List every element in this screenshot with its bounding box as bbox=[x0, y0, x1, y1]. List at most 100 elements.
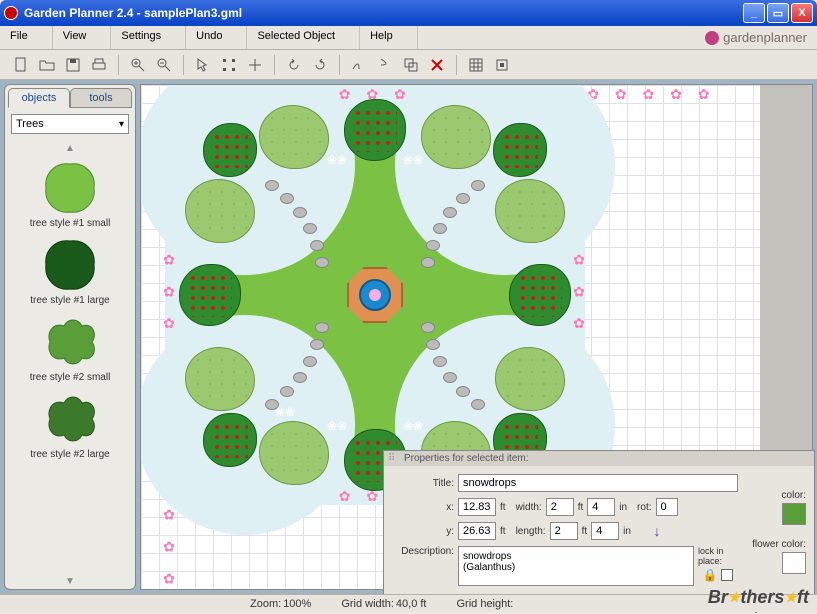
garden-plot: ✿ ✿ ✿ ✿ ✿ ✿ ✿ ✿ ✿ ✿ ✿ ✿ ✿ ✿ ✿ ✿ ✿ ✿ ✿ ✿ … bbox=[165, 85, 585, 505]
menu-view[interactable]: View bbox=[53, 26, 112, 49]
bush[interactable] bbox=[495, 347, 565, 411]
stone bbox=[293, 207, 307, 218]
stone bbox=[471, 180, 485, 191]
dropdown-value: Trees bbox=[16, 118, 44, 130]
gridw-label: Grid width: bbox=[341, 598, 394, 610]
statusbar: Zoom: 100% Grid width: 40,0 ft Grid heig… bbox=[0, 594, 817, 612]
delete-icon[interactable] bbox=[426, 54, 448, 76]
tree-red[interactable] bbox=[509, 264, 571, 326]
x-input[interactable] bbox=[458, 498, 496, 516]
title-input[interactable] bbox=[458, 474, 738, 492]
length-in-unit: in bbox=[623, 526, 631, 537]
menu-selected-object[interactable]: Selected Object bbox=[247, 26, 360, 49]
length-label: length: bbox=[516, 526, 546, 537]
snowdrops[interactable]: ❀❀ bbox=[403, 153, 423, 171]
bush[interactable] bbox=[259, 105, 329, 169]
new-file-icon[interactable] bbox=[10, 54, 32, 76]
properties-title: Properties for selected item: bbox=[404, 453, 529, 464]
rot-input[interactable] bbox=[656, 498, 678, 516]
length-in-input[interactable] bbox=[591, 522, 619, 540]
width-in-input[interactable] bbox=[587, 498, 615, 516]
properties-header[interactable]: ⠿ Properties for selected item: bbox=[384, 451, 814, 466]
app-icon bbox=[4, 6, 18, 20]
width-unit: ft bbox=[578, 502, 584, 513]
length-ft-input[interactable] bbox=[550, 522, 578, 540]
snap-icon[interactable] bbox=[491, 54, 513, 76]
rotate-left-icon[interactable] bbox=[283, 54, 305, 76]
maximize-button[interactable]: ▭ bbox=[767, 3, 789, 23]
zoom-out-icon[interactable] bbox=[153, 54, 175, 76]
gridw-value: 40,0 ft bbox=[396, 598, 427, 610]
description-input[interactable]: snowdrops (Galanthus) bbox=[458, 546, 694, 586]
titlebar: Garden Planner 2.4 - samplePlan3.gml _ ▭… bbox=[0, 0, 817, 26]
print-icon[interactable] bbox=[88, 54, 110, 76]
palette-scroll-down[interactable]: ▼ bbox=[11, 573, 129, 589]
tab-tools[interactable]: tools bbox=[70, 88, 132, 108]
duplicate-icon[interactable] bbox=[400, 54, 422, 76]
menu-help[interactable]: Help bbox=[360, 26, 418, 49]
stone bbox=[293, 372, 307, 383]
stone bbox=[433, 223, 447, 234]
bush[interactable] bbox=[495, 179, 565, 243]
lock-icon[interactable]: 🔒 bbox=[703, 568, 718, 582]
y-unit: ft bbox=[500, 526, 506, 537]
x-unit: ft bbox=[500, 502, 506, 513]
snowdrops[interactable]: ❀❀ bbox=[327, 419, 347, 437]
lock-label: lock in place: bbox=[698, 546, 738, 566]
menu-undo[interactable]: Undo bbox=[186, 26, 247, 49]
tree-red[interactable] bbox=[493, 123, 547, 177]
snowdrops-selected[interactable]: ❀❀ bbox=[275, 405, 295, 423]
palette-item[interactable]: tree style #2 large bbox=[11, 387, 129, 464]
grid-icon[interactable] bbox=[465, 54, 487, 76]
y-input[interactable] bbox=[458, 522, 496, 540]
flip-h-icon[interactable] bbox=[348, 54, 370, 76]
minimize-button[interactable]: _ bbox=[743, 3, 765, 23]
select-corners-icon[interactable] bbox=[218, 54, 240, 76]
palette-scroll-up[interactable]: ▲ bbox=[11, 140, 129, 156]
menubar: File View Settings Undo Selected Object … bbox=[0, 26, 817, 50]
bush[interactable] bbox=[185, 179, 255, 243]
menu-file[interactable]: File bbox=[0, 26, 53, 49]
tree-red[interactable] bbox=[344, 99, 406, 161]
snowdrops[interactable]: ❀❀ bbox=[403, 419, 423, 437]
pointer-icon[interactable] bbox=[192, 54, 214, 76]
rotate-right-icon[interactable] bbox=[309, 54, 331, 76]
close-button[interactable]: X bbox=[791, 3, 813, 23]
save-icon[interactable] bbox=[62, 54, 84, 76]
drag-grip-icon[interactable]: ⠿ bbox=[388, 453, 398, 464]
fountain[interactable] bbox=[347, 267, 403, 323]
flower-color-swatch[interactable] bbox=[782, 552, 806, 574]
category-dropdown[interactable]: Trees bbox=[11, 114, 129, 134]
stone bbox=[310, 339, 324, 350]
rotate-arrow-icon[interactable]: ↓ bbox=[645, 523, 669, 539]
stone bbox=[426, 339, 440, 350]
lock-checkbox[interactable] bbox=[721, 569, 733, 581]
brand: gardenplanner bbox=[695, 26, 817, 49]
stone bbox=[456, 193, 470, 204]
move-icon[interactable] bbox=[244, 54, 266, 76]
bush[interactable] bbox=[259, 421, 329, 485]
flip-v-icon[interactable] bbox=[374, 54, 396, 76]
menu-settings[interactable]: Settings bbox=[111, 26, 186, 49]
palette-item[interactable]: tree style #1 large bbox=[11, 233, 129, 310]
tab-objects[interactable]: objects bbox=[8, 88, 70, 108]
snowdrops[interactable]: ❀❀ bbox=[327, 153, 347, 171]
bush[interactable] bbox=[421, 105, 491, 169]
tree-red[interactable] bbox=[203, 413, 257, 467]
watermark: Br★thers★ft bbox=[708, 587, 809, 608]
open-file-icon[interactable] bbox=[36, 54, 58, 76]
width-ft-input[interactable] bbox=[546, 498, 574, 516]
color-swatch[interactable] bbox=[782, 503, 806, 525]
stone bbox=[443, 207, 457, 218]
stone bbox=[280, 386, 294, 397]
flower-color-label: flower color: bbox=[746, 539, 806, 550]
tree-red[interactable] bbox=[203, 123, 257, 177]
palette-item[interactable]: tree style #1 small bbox=[11, 156, 129, 233]
stone bbox=[310, 240, 324, 251]
zoom-value: 100% bbox=[283, 598, 311, 610]
zoom-in-icon[interactable] bbox=[127, 54, 149, 76]
toolbar bbox=[0, 50, 817, 80]
tree-red[interactable] bbox=[179, 264, 241, 326]
bush[interactable] bbox=[185, 347, 255, 411]
palette-item[interactable]: tree style #2 small bbox=[11, 310, 129, 387]
